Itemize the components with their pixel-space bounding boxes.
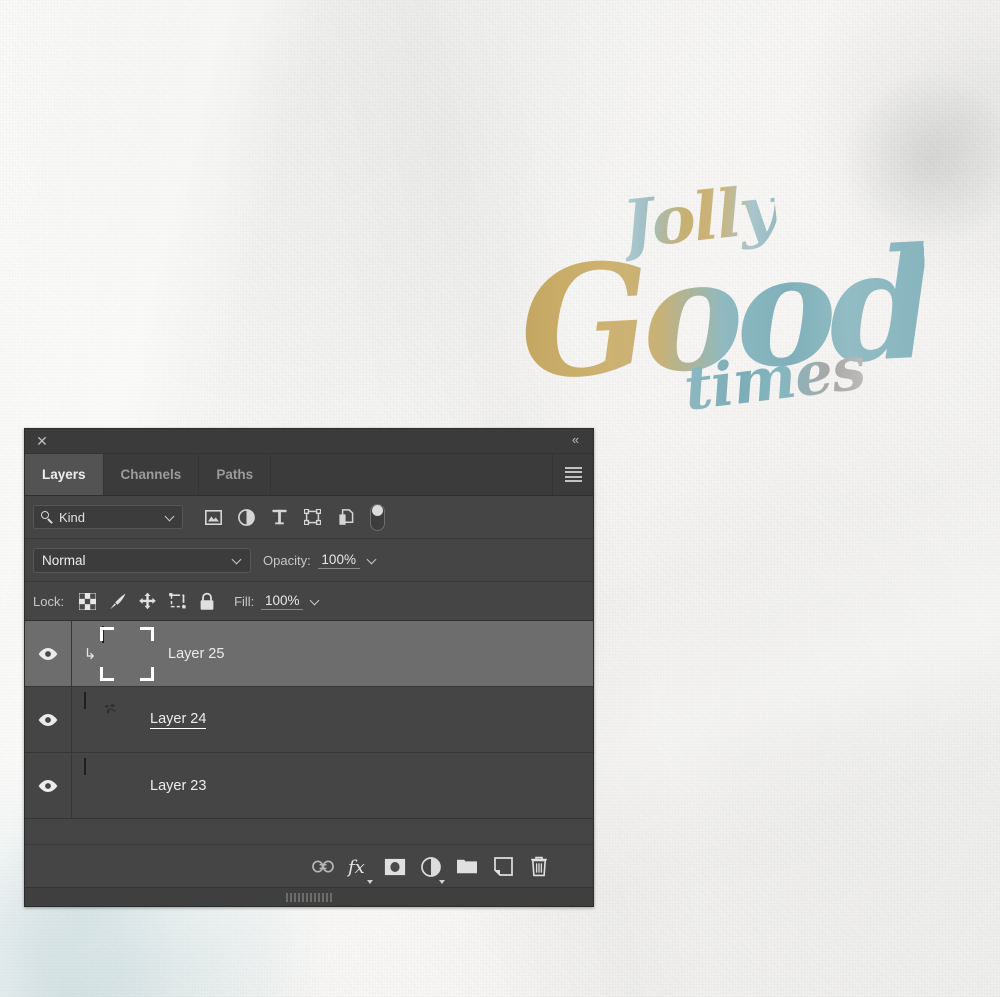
eye-visible-icon[interactable]: [25, 687, 72, 752]
layer-body[interactable]: Layer 23: [72, 753, 593, 818]
filter-adjustment-layers-icon[interactable]: [230, 504, 263, 530]
table-row[interactable]: Layer 24: [25, 687, 593, 753]
chevron-down-icon: [367, 879, 373, 884]
chevron-down-icon: [166, 513, 175, 522]
link-layers-button[interactable]: [305, 849, 341, 885]
chevron-down-icon: [439, 879, 445, 884]
panel-menu-hamburger-icon[interactable]: [553, 454, 593, 495]
lock-image-pixels-icon[interactable]: [102, 589, 132, 613]
opacity-field[interactable]: 100%: [317, 552, 377, 569]
layer-body[interactable]: ↳ Layer 25: [72, 621, 593, 686]
layer-name[interactable]: Layer 24: [150, 711, 207, 729]
layers-panel: ✕ « Layers Channels Paths Kind Normal Op…: [24, 428, 594, 907]
panel-resize-grip[interactable]: [278, 892, 340, 902]
chevron-down-icon[interactable]: [368, 556, 377, 565]
layer-thumbnail-wrap[interactable]: [100, 625, 154, 681]
filter-smart-object-layers-icon[interactable]: [329, 504, 362, 530]
layer-thumbnail-wrap[interactable]: [82, 757, 136, 813]
lock-label: Lock:: [33, 593, 65, 609]
opacity-label: Opacity:: [263, 552, 311, 568]
lock-all-icon[interactable]: [192, 589, 222, 613]
hamburger-bars: [564, 464, 582, 485]
lock-artboard-nesting-icon[interactable]: [162, 589, 192, 613]
panel-footer: [25, 887, 593, 906]
lock-row: Lock: Fill: 100%: [25, 582, 593, 621]
fill-label: Fill:: [234, 593, 255, 609]
tab-paths[interactable]: Paths: [199, 454, 272, 495]
tab-channels[interactable]: Channels: [104, 454, 200, 495]
tab-layers[interactable]: Layers: [25, 454, 104, 495]
new-group-button[interactable]: [449, 849, 485, 885]
layer-thumbnail[interactable]: [84, 757, 86, 775]
table-row[interactable]: Layer 23: [25, 753, 593, 819]
chevron-down-icon[interactable]: [311, 597, 320, 606]
new-layer-button[interactable]: [485, 849, 521, 885]
filter-type-layers-icon[interactable]: [263, 504, 296, 530]
panel-titlebar: ✕ «: [25, 429, 593, 454]
filter-kind-label: Kind: [59, 509, 86, 525]
blend-mode-dropdown[interactable]: Normal: [33, 547, 251, 573]
lock-position-icon[interactable]: [132, 589, 162, 613]
blend-mode-value: Normal: [42, 552, 86, 568]
opacity-value[interactable]: 100%: [317, 552, 360, 569]
svg-text:fx: fx: [347, 857, 365, 878]
blend-mode-row: Normal Opacity: 100%: [25, 539, 593, 582]
layer-name[interactable]: Layer 25: [168, 646, 224, 662]
tab-bar-filler: [271, 454, 553, 495]
layer-name[interactable]: Layer 23: [150, 778, 206, 794]
filter-shape-layers-icon[interactable]: [296, 504, 329, 530]
add-layer-mask-button[interactable]: [377, 849, 413, 885]
layer-body[interactable]: Layer 24: [72, 687, 593, 752]
layer-thumbnail[interactable]: [102, 625, 104, 643]
filter-type-icons: [197, 503, 385, 531]
delete-layer-button[interactable]: [521, 849, 557, 885]
filter-pixel-layers-icon[interactable]: [197, 504, 230, 530]
filter-enable-toggle[interactable]: [370, 503, 385, 531]
fill-value[interactable]: 100%: [261, 593, 304, 610]
lock-transparent-pixels-icon[interactable]: [72, 589, 102, 613]
clipping-mask-arrow-icon: ↳: [83, 645, 97, 663]
layer-filter-row: Kind: [25, 496, 593, 539]
toggle-knob: [372, 505, 383, 516]
filter-kind-dropdown[interactable]: Kind: [33, 505, 183, 529]
table-row[interactable]: ↳ Layer 25: [25, 621, 593, 687]
panel-tab-bar: Layers Channels Paths: [25, 454, 593, 496]
chevron-down-icon: [233, 556, 242, 565]
new-adjustment-layer-button[interactable]: [413, 849, 449, 885]
collapse-double-chevron-icon[interactable]: «: [565, 431, 585, 449]
eye-visible-icon[interactable]: [25, 753, 72, 818]
layer-style-button[interactable]: fx: [341, 849, 377, 885]
thumbnail-selection-bracket: [100, 626, 154, 681]
layer-list: ↳ Layer 25 Layer 24 Layer 23: [25, 621, 593, 819]
layer-thumbnail[interactable]: [84, 691, 86, 709]
magnifier-icon: [41, 510, 54, 524]
eye-visible-icon[interactable]: [25, 621, 72, 686]
layer-thumbnail-wrap[interactable]: [82, 691, 136, 747]
close-icon[interactable]: ✕: [33, 432, 51, 450]
fill-field[interactable]: 100%: [261, 593, 320, 610]
layers-panel-bottom-toolbar: fx: [25, 844, 593, 888]
